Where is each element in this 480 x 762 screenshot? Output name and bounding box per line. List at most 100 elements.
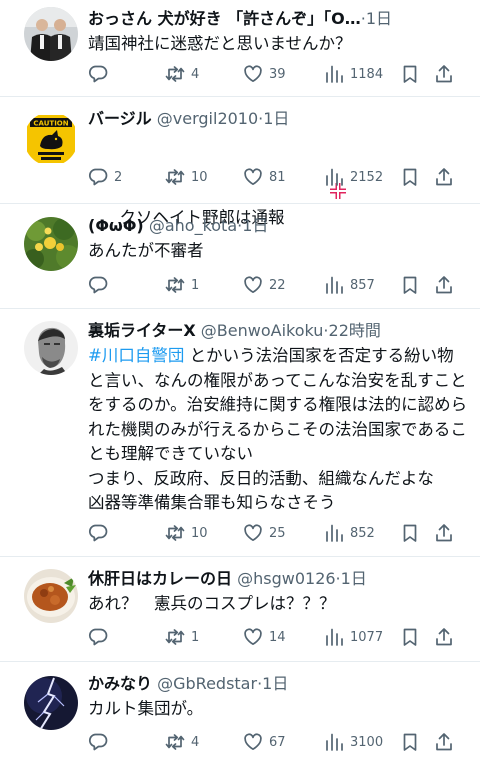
tweet-header: バージル @vergil2010·1日	[88, 109, 468, 129]
retweet-count: 4	[191, 66, 200, 82]
views-button[interactable]: 1077	[324, 626, 383, 648]
tweet[interactable]: かみなり @GbRedstar·1日 カルト集団が。 4 67 3100	[0, 662, 480, 762]
user-handle[interactable]: @BenwoAikoku	[201, 321, 324, 340]
reply-button[interactable]	[88, 626, 114, 648]
display-name[interactable]: かみなり	[88, 674, 152, 693]
tweet[interactable]: 休肝日はカレーの日 @hsgw0126·1日 あれ？ 憲兵のコスプレは？？？ 1…	[0, 557, 480, 662]
share-button[interactable]	[434, 626, 454, 648]
avatar[interactable]	[24, 7, 78, 61]
action-bar: 10 25 852	[88, 522, 466, 544]
tweet-text: 靖国神社に迷惑だと思いませんか？	[88, 34, 352, 53]
timestamp[interactable]: 1日	[341, 569, 367, 588]
views-button[interactable]: 1184	[324, 63, 383, 85]
share-button[interactable]	[434, 63, 454, 85]
retweet-button[interactable]: 1	[165, 626, 199, 648]
retweet-button[interactable]: 4	[165, 731, 199, 753]
bookmark-button[interactable]	[400, 63, 420, 85]
like-count: 22	[269, 277, 286, 293]
share-button[interactable]	[434, 166, 454, 188]
tweet-header: 裏垢ライターX @BenwoAikoku·22時間	[88, 321, 468, 341]
tweet[interactable]: おっさん 犬が好き 「許さんぞ」「O…·1日 靖国神社に迷惑だと思いませんか？ …	[0, 0, 480, 97]
action-bar: 1 22 857	[88, 274, 466, 296]
share-icon	[436, 276, 452, 294]
display-name[interactable]: おっさん 犬が好き 「許さんぞ」「O…	[88, 9, 361, 28]
views-count: 3100	[350, 734, 384, 750]
timestamp[interactable]: 1日	[263, 109, 289, 128]
avatar[interactable]: CAUTION	[24, 112, 78, 166]
display-name[interactable]: バージル	[88, 109, 152, 128]
share-button[interactable]	[434, 731, 454, 753]
retweet-button[interactable]: 10	[165, 166, 208, 188]
avatar-caution-text: CAUTION	[33, 120, 68, 128]
views-button[interactable]: 857	[324, 274, 375, 296]
tweet-feed: おっさん 犬が好き 「許さんぞ」「O…·1日 靖国神社に迷惑だと思いませんか？ …	[0, 0, 480, 762]
display-name[interactable]: (ΦωΦ)	[88, 216, 144, 235]
bookmark-button[interactable]	[400, 522, 420, 544]
retweet-button[interactable]: 4	[165, 63, 199, 85]
views-button[interactable]: 3100	[324, 731, 383, 753]
share-button[interactable]	[434, 274, 454, 296]
tweet-header: おっさん 犬が好き 「許さんぞ」「O…·1日	[88, 9, 468, 29]
display-name[interactable]: 裏垢ライターX	[88, 321, 196, 340]
bookmark-icon	[403, 524, 417, 542]
like-button[interactable]: 25	[243, 522, 286, 544]
like-button[interactable]: 14	[243, 626, 286, 648]
like-icon	[244, 65, 262, 83]
like-icon	[244, 168, 262, 186]
avatar[interactable]	[24, 321, 78, 375]
retweet-button[interactable]: 1	[165, 274, 199, 296]
bookmark-icon	[403, 168, 417, 186]
views-button[interactable]: 2152	[324, 166, 383, 188]
like-count: 81	[269, 169, 286, 185]
like-icon	[244, 276, 262, 294]
user-handle[interactable]: @GbRedstar	[157, 674, 257, 693]
share-icon	[436, 524, 452, 542]
avatar[interactable]	[24, 569, 78, 623]
reply-button[interactable]	[88, 274, 114, 296]
tweet[interactable]: CAUTION バージル @vergil2010·1日 クソヘイト野郎は通報 2	[0, 97, 480, 227]
views-icon	[326, 276, 343, 294]
user-handle[interactable]: @aho_kota	[149, 216, 237, 235]
retweet-count: 1	[191, 277, 200, 293]
bookmark-button[interactable]	[400, 166, 420, 188]
like-button[interactable]: 81	[243, 166, 286, 188]
retweet-button[interactable]: 10	[165, 522, 208, 544]
tweet[interactable]: 裏垢ライターX @BenwoAikoku·22時間 #川口自警団 とかいう法治国…	[0, 309, 480, 557]
tweet[interactable]: (ΦωΦ) @aho_kota·1日 あんたが不審者 1 22 857	[0, 204, 480, 309]
bookmark-icon	[403, 628, 417, 646]
views-count: 2152	[350, 169, 384, 185]
user-handle[interactable]: @hsgw0126	[237, 569, 335, 588]
retweet-icon	[165, 277, 185, 293]
retweet-icon	[165, 169, 185, 185]
reply-button[interactable]	[88, 63, 114, 85]
avatar[interactable]	[24, 676, 78, 730]
views-icon	[326, 733, 343, 751]
hashtag-link[interactable]: #川口自警団	[88, 346, 184, 365]
like-count: 14	[269, 629, 286, 645]
reply-button[interactable]	[88, 522, 114, 544]
user-handle[interactable]: @vergil2010	[157, 109, 258, 128]
share-button[interactable]	[434, 522, 454, 544]
bookmark-button[interactable]	[400, 731, 420, 753]
like-button[interactable]: 67	[243, 731, 286, 753]
tweet-text: とかいう法治国家を否定する紛い物と言い、なんの権限があってこんな治安を乱すことを…	[88, 346, 468, 512]
like-button[interactable]: 22	[243, 274, 286, 296]
retweet-count: 1	[191, 629, 200, 645]
bookmark-button[interactable]	[400, 626, 420, 648]
avatar[interactable]	[24, 217, 78, 271]
like-button[interactable]: 39	[243, 63, 286, 85]
timestamp[interactable]: 1日	[242, 216, 268, 235]
views-icon	[326, 524, 343, 542]
timestamp[interactable]: 22時間	[329, 321, 381, 340]
timestamp[interactable]: 1日	[366, 9, 392, 28]
retweet-count: 10	[191, 525, 208, 541]
views-icon	[326, 168, 343, 186]
timestamp[interactable]: 1日	[262, 674, 288, 693]
action-bar: 4 67 3100	[88, 731, 466, 753]
reply-button[interactable]: 2	[88, 166, 122, 188]
bookmark-button[interactable]	[400, 274, 420, 296]
views-count: 857	[350, 277, 375, 293]
reply-button[interactable]	[88, 731, 114, 753]
display-name[interactable]: 休肝日はカレーの日	[88, 569, 232, 588]
views-button[interactable]: 852	[324, 522, 375, 544]
